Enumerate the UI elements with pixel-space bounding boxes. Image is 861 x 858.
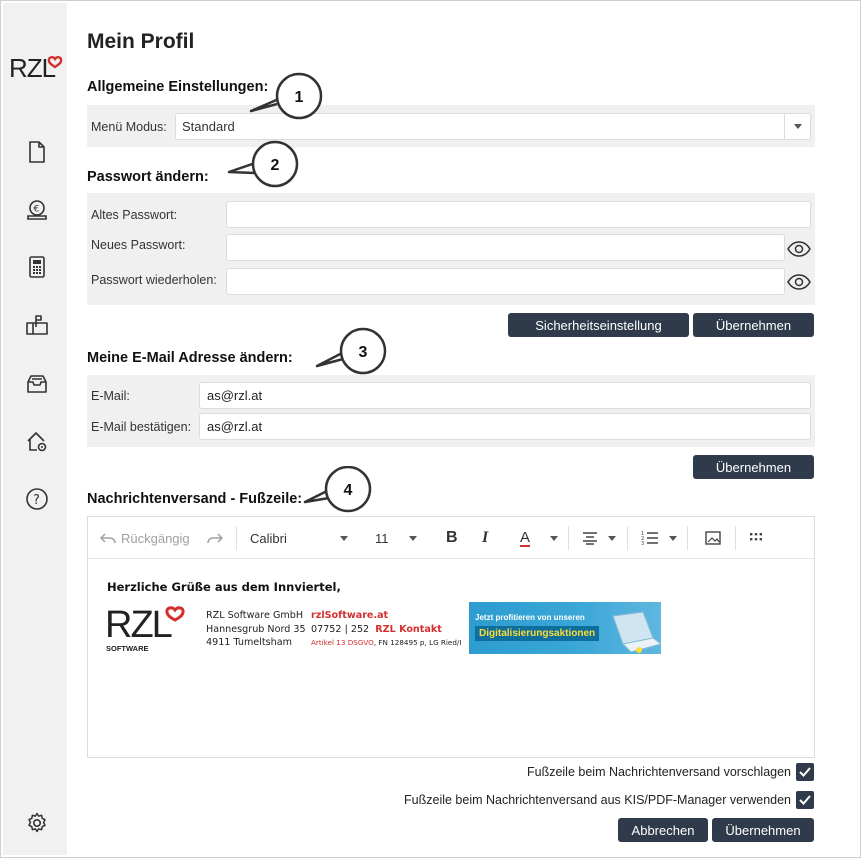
cancel-button[interactable]: Abbrechen: [618, 818, 708, 842]
new-password-field[interactable]: [226, 234, 785, 261]
chevron-down-icon: [550, 536, 558, 541]
sidebar: RZL € ?: [3, 3, 67, 855]
show-password-eye-icon[interactable]: [787, 240, 811, 258]
font-color-button[interactable]: A: [520, 529, 558, 547]
font-size-select[interactable]: 11: [375, 529, 417, 547]
email-field[interactable]: as@rzl.at: [199, 382, 811, 409]
undo-button[interactable]: Rückgängig: [100, 529, 190, 547]
svg-text:2: 2: [271, 157, 280, 174]
chevron-down-icon: [669, 536, 677, 541]
numbered-list-icon: 123: [641, 531, 658, 546]
banner-line2: Digitalisierungsaktionen: [475, 626, 600, 641]
font-family-select[interactable]: Calibri: [250, 529, 348, 547]
email-apply-button[interactable]: Übernehmen: [693, 455, 814, 479]
footer-apply-button[interactable]: Übernehmen: [712, 818, 814, 842]
checkmark-icon: [799, 795, 811, 805]
email-label: E-Mail:: [91, 389, 130, 403]
undo-icon: [100, 533, 116, 544]
bold-icon[interactable]: B: [446, 529, 458, 547]
repeat-password-label: Passwort wiederholen:: [91, 273, 217, 287]
mailbox-icon[interactable]: [25, 313, 49, 337]
suggest-footer-label: Fußzeile beim Nachrichtenversand vorschl…: [526, 765, 791, 779]
font-family-value: Calibri: [250, 530, 287, 546]
email-confirm-label: E-Mail bestätigen:: [91, 420, 192, 434]
signature-legal-text: , FN 128495 p, LG Ried/I: [373, 638, 462, 647]
signature-contact-link[interactable]: RZL Kontakt: [375, 624, 442, 635]
svg-text:3: 3: [359, 344, 368, 361]
old-password-field[interactable]: [226, 201, 811, 228]
password-apply-button[interactable]: Übernehmen: [693, 313, 814, 337]
new-password-label: Neues Passwort:: [91, 238, 186, 252]
signature-legal-link[interactable]: Artikel 13 DSGVO: [311, 638, 374, 647]
svg-text:3: 3: [641, 541, 644, 546]
coin-euro-icon[interactable]: €: [25, 198, 49, 222]
callout-4: 4: [303, 466, 373, 513]
signature-company: RZL Software GmbH: [206, 610, 304, 621]
use-footer-kis-label: Fußzeile beim Nachrichtenversand aus KIS…: [404, 793, 791, 807]
font-color-icon: A: [520, 528, 531, 547]
password-title: Passwort ändern:: [87, 169, 209, 185]
checkmark-icon: [799, 767, 811, 777]
chevron-down-icon: [409, 536, 417, 541]
document-icon[interactable]: [25, 140, 49, 164]
calculator-icon[interactable]: [25, 255, 49, 279]
show-repeat-password-eye-icon[interactable]: [787, 273, 811, 291]
callout-1: 1: [249, 71, 323, 120]
signature-phone: 07752 | 252: [311, 623, 370, 635]
signature-street: Hannesgrub Nord 35: [206, 623, 306, 635]
signature-city: 4911 Tumeltsham: [206, 637, 292, 648]
footer-rich-text-editor[interactable]: Rückgängig Calibri 11 B I A 123 Herzlich…: [87, 516, 815, 758]
chevron-down-icon: [340, 536, 348, 541]
callout-3: 3: [315, 326, 387, 375]
general-settings-title: Allgemeine Einstellungen:: [87, 79, 269, 95]
use-footer-kis-checkbox[interactable]: [796, 791, 814, 809]
align-button[interactable]: [582, 529, 616, 547]
archive-box-icon[interactable]: [25, 372, 49, 396]
menu-mode-value: Standard: [182, 119, 235, 134]
signature-website-link[interactable]: rzlSoftware.at: [311, 609, 461, 623]
svg-text:1: 1: [295, 89, 304, 106]
svg-text:SOFTWARE: SOFTWARE: [106, 644, 149, 653]
signature-promo-banner[interactable]: Jetzt profitieren von unseren Digitalisi…: [469, 602, 661, 654]
email-title: Meine E-Mail Adresse ändern:: [87, 350, 293, 366]
svg-text:€: €: [34, 205, 40, 215]
svg-text:?: ?: [33, 493, 40, 508]
font-size-value: 11: [375, 530, 389, 546]
numbered-list-button[interactable]: 123: [641, 529, 677, 547]
settings-gear-icon[interactable]: [25, 811, 49, 835]
chevron-down-icon: [608, 536, 616, 541]
help-icon[interactable]: ?: [25, 487, 49, 511]
home-settings-icon[interactable]: [25, 429, 49, 453]
signature-rzl-logo: RZL SOFTWARE: [105, 603, 185, 653]
signature-greeting: Herzliche Grüße aus dem Innviertel,: [107, 580, 341, 594]
email-confirm-field[interactable]: as@rzl.at: [199, 413, 811, 440]
signature-contact: rzlSoftware.at 07752 | 252 RZL Kontakt A…: [311, 609, 461, 650]
menu-mode-label: Menü Modus:: [91, 120, 167, 134]
italic-icon[interactable]: I: [482, 529, 488, 547]
footer-title: Nachrichtenversand - Fußzeile:: [87, 491, 303, 507]
svg-text:4: 4: [344, 482, 353, 499]
suggest-footer-checkbox[interactable]: [796, 763, 814, 781]
banner-line1: Jetzt profitieren von unseren: [475, 613, 585, 622]
page-title: Mein Profil: [87, 30, 195, 53]
repeat-password-field[interactable]: [226, 268, 785, 295]
callout-2: 2: [227, 140, 299, 188]
laptop-illustration: [612, 611, 661, 653]
insert-image-icon[interactable]: [705, 529, 721, 547]
chevron-down-icon[interactable]: [784, 114, 810, 139]
security-settings-button[interactable]: Sicherheitseinstellung: [508, 313, 689, 337]
redo-icon[interactable]: [207, 529, 223, 547]
rzl-logo[interactable]: RZL: [9, 51, 65, 83]
align-center-icon: [583, 532, 597, 545]
signature-address: RZL Software GmbH Hannesgrub Nord 35 491…: [206, 609, 306, 650]
undo-label: Rückgängig: [121, 530, 190, 546]
svg-text:RZL: RZL: [105, 604, 172, 646]
editor-toolbar: Rückgängig Calibri 11 B I A 123: [88, 517, 814, 559]
old-password-label: Altes Passwort:: [91, 208, 178, 222]
more-options-grid-icon[interactable]: [749, 529, 763, 547]
